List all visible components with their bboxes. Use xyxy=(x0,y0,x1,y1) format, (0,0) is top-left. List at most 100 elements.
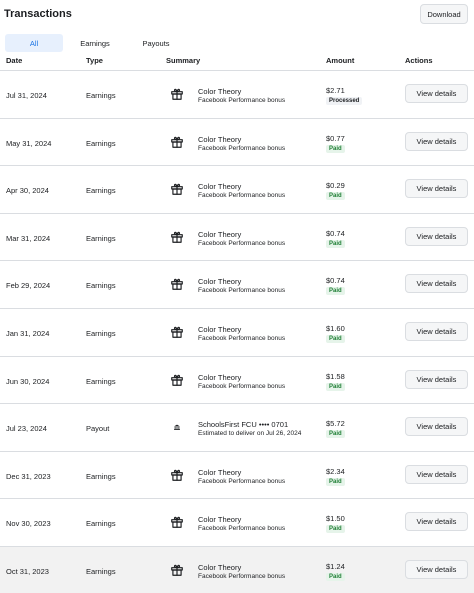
summary-title: SchoolsFirst FCU •••• 0701 xyxy=(198,420,289,430)
summary-title: Color Theory xyxy=(198,229,242,239)
table-row: Jan 31, 2024 Earnings Color Theory Faceboo… xyxy=(0,307,474,356)
view-details-button[interactable]: View details xyxy=(405,464,468,484)
transaction-type: Earnings xyxy=(86,233,116,243)
summary-subtitle: Facebook Performance bonus xyxy=(198,477,286,485)
status-badge: Paid xyxy=(326,287,345,296)
gift-icon xyxy=(170,515,184,529)
gift-icon xyxy=(170,325,184,339)
table-row: Jul 23, 2024 Payout SchoolsFirst FCU ••••… xyxy=(0,403,474,451)
bank-icon xyxy=(170,420,184,434)
table-row: Dec 31, 2023 Earnings Color Theory Faceboo… xyxy=(0,450,474,499)
transaction-type: Earnings xyxy=(86,328,116,338)
table-row: Nov 30, 2023 Earnings Color Theory Faceboo… xyxy=(0,498,474,546)
summary-title: Color Theory xyxy=(198,467,242,477)
transaction-amount: $1.58 xyxy=(326,371,345,381)
table-row: Apr 30, 2024 Earnings Color Theory Faceboo… xyxy=(0,165,474,213)
status-badge: Paid xyxy=(326,477,345,486)
transaction-amount: $2.34 xyxy=(326,466,345,476)
download-button[interactable]: Download xyxy=(420,4,468,24)
transaction-date: Mar 31, 2024 xyxy=(6,233,51,243)
tab-earnings[interactable]: Earnings xyxy=(63,34,127,52)
summary-subtitle: Facebook Performance bonus xyxy=(198,334,286,342)
transaction-type: Earnings xyxy=(86,186,116,196)
tab-all[interactable]: All xyxy=(5,34,63,52)
transaction-amount: $0.77 xyxy=(326,133,345,143)
transaction-date: Jan 31, 2024 xyxy=(6,328,50,338)
table-row: Feb 29, 2024 Earnings Color Theory Faceboo… xyxy=(0,260,474,308)
gift-icon xyxy=(170,277,184,291)
column-header-actions: Actions xyxy=(405,56,433,65)
transaction-amount: $0.74 xyxy=(326,228,345,238)
transaction-date: May 31, 2024 xyxy=(6,138,52,148)
gift-icon xyxy=(170,182,184,196)
summary-title: Color Theory xyxy=(198,134,242,144)
table-row: Mar 31, 2024 Earnings Color Theory Faceboo… xyxy=(0,212,474,261)
gift-icon xyxy=(170,373,184,387)
transaction-date: Jul 31, 2024 xyxy=(6,91,47,100)
transaction-type: Earnings xyxy=(86,566,116,576)
view-details-button[interactable]: View details xyxy=(405,274,468,294)
view-details-button[interactable]: View details xyxy=(405,369,468,389)
view-details-button[interactable]: View details xyxy=(405,512,468,532)
transaction-amount: $0.74 xyxy=(326,276,345,286)
status-badge: Paid xyxy=(326,525,345,534)
view-details-button[interactable]: View details xyxy=(405,131,468,151)
gift-icon xyxy=(170,135,184,149)
transaction-type: Earnings xyxy=(86,376,116,386)
page-title: Transactions xyxy=(4,8,72,20)
transaction-amount: $0.29 xyxy=(326,181,345,191)
transaction-type: Earnings xyxy=(86,91,116,100)
status-badge: Paid xyxy=(326,572,345,581)
gift-icon xyxy=(170,87,184,101)
gift-icon xyxy=(170,230,184,244)
summary-subtitle: Facebook Performance bonus xyxy=(198,525,286,533)
summary-title: Color Theory xyxy=(198,324,242,334)
status-badge: Paid xyxy=(326,144,345,153)
transaction-date: Feb 29, 2024 xyxy=(6,281,51,291)
column-header-amount: Amount xyxy=(326,56,355,65)
transaction-amount: $1.50 xyxy=(326,514,345,524)
transaction-type: Payout xyxy=(86,424,110,434)
table-row: May 31, 2024 Earnings Color Theory Faceboo… xyxy=(0,117,474,166)
transaction-amount: $1.60 xyxy=(326,323,345,333)
filter-tabs: All Earnings Payouts xyxy=(5,34,185,52)
summary-subtitle: Facebook Performance bonus xyxy=(198,97,286,104)
summary-title: Color Theory xyxy=(198,515,242,525)
gift-icon xyxy=(170,563,184,577)
gift-icon xyxy=(170,468,184,482)
status-badge: Paid xyxy=(326,382,345,391)
transactions-table: Jul 31, 2024 Earnings Color Theory Faceboo… xyxy=(0,70,474,593)
transaction-amount: $5.72 xyxy=(326,419,345,429)
view-details-button[interactable]: View details xyxy=(405,559,468,579)
status-badge: Processed xyxy=(326,97,363,105)
summary-subtitle: Facebook Performance bonus xyxy=(198,239,286,247)
transaction-date: Nov 30, 2023 xyxy=(6,519,51,529)
view-details-button[interactable]: View details xyxy=(405,179,468,199)
transaction-date: Dec 31, 2023 xyxy=(6,471,51,481)
summary-title: Color Theory xyxy=(198,372,242,382)
transaction-type: Earnings xyxy=(86,519,116,529)
status-badge: Paid xyxy=(326,192,345,201)
view-details-button[interactable]: View details xyxy=(405,84,468,103)
transaction-date: Apr 30, 2024 xyxy=(6,186,49,196)
view-details-button[interactable]: View details xyxy=(405,417,468,437)
table-row: Oct 31, 2023 Earnings Color Theory Faceboo… xyxy=(0,545,474,593)
tab-payouts[interactable]: Payouts xyxy=(127,34,185,52)
transaction-date: Jul 23, 2024 xyxy=(6,424,47,434)
summary-subtitle: Facebook Performance bonus xyxy=(198,192,286,200)
summary-subtitle: Estimated to deliver on Jul 26, 2024 xyxy=(198,430,302,438)
summary-subtitle: Facebook Performance bonus xyxy=(198,287,286,295)
transaction-type: Earnings xyxy=(86,471,116,481)
transaction-type: Earnings xyxy=(86,138,116,148)
column-header-summary: Summary xyxy=(166,56,201,65)
summary-subtitle: Facebook Performance bonus xyxy=(198,382,286,390)
column-header-date: Date xyxy=(6,56,23,65)
view-details-button[interactable]: View details xyxy=(405,226,468,246)
view-details-button[interactable]: View details xyxy=(405,321,468,341)
page-header: Transactions Download xyxy=(0,0,474,30)
summary-subtitle: Facebook Performance bonus xyxy=(198,572,286,580)
transaction-amount: $2.71 xyxy=(326,86,345,95)
summary-title: Color Theory xyxy=(198,182,242,192)
summary-title: Color Theory xyxy=(198,87,242,96)
summary-title: Color Theory xyxy=(198,277,242,287)
